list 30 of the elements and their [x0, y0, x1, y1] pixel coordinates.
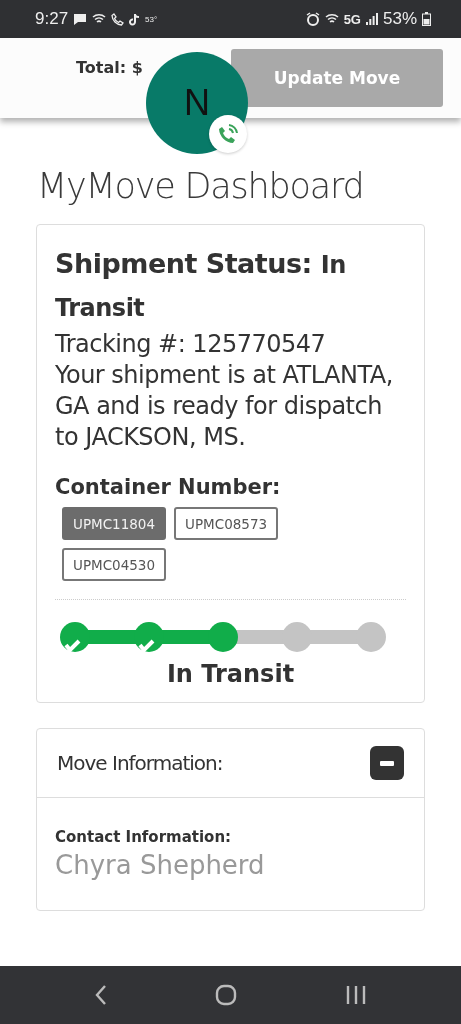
music-note-icon	[129, 12, 141, 26]
page-title: MyMove Dashboard	[37, 166, 365, 206]
message-icon	[73, 12, 88, 26]
total-label: Total: $	[76, 58, 143, 77]
signal-icon	[365, 13, 378, 25]
back-icon[interactable]	[93, 984, 108, 1006]
contact-name: Chyra Shepherd	[55, 850, 266, 880]
move-info-title: Move Information:	[57, 751, 223, 775]
alarm-icon	[305, 12, 320, 26]
tracking-number: Tracking #: 125770547	[55, 329, 327, 360]
home-icon[interactable]	[215, 984, 238, 1006]
recent-apps-icon[interactable]	[345, 985, 368, 1005]
phone-icon	[111, 12, 125, 26]
battery-percent: 53%	[382, 9, 417, 29]
minus-icon	[380, 760, 394, 766]
container-tag[interactable]: UPMC04530	[62, 548, 167, 581]
container-tag[interactable]: UPMC08573	[174, 507, 279, 540]
wifi-icon	[92, 13, 107, 25]
container-tag[interactable]: UPMC11804	[62, 507, 167, 540]
container-label: Container Number:	[55, 475, 282, 499]
temperature: 53°	[145, 14, 158, 24]
shipment-message: Your shipment is at ATLANTA, GA and is ready for dispatch to JACKSON, MS.	[55, 360, 394, 453]
wifi-icon	[324, 13, 339, 25]
collapse-button[interactable]	[370, 746, 404, 780]
battery-icon	[422, 12, 431, 26]
network-type: 5G	[343, 11, 361, 27]
step-label: In Transit	[165, 660, 296, 688]
clock-time: 9:27	[35, 9, 69, 29]
contact-label: Contact Information:	[55, 828, 233, 846]
shipment-status: Shipment Status: In Transit	[55, 247, 347, 324]
